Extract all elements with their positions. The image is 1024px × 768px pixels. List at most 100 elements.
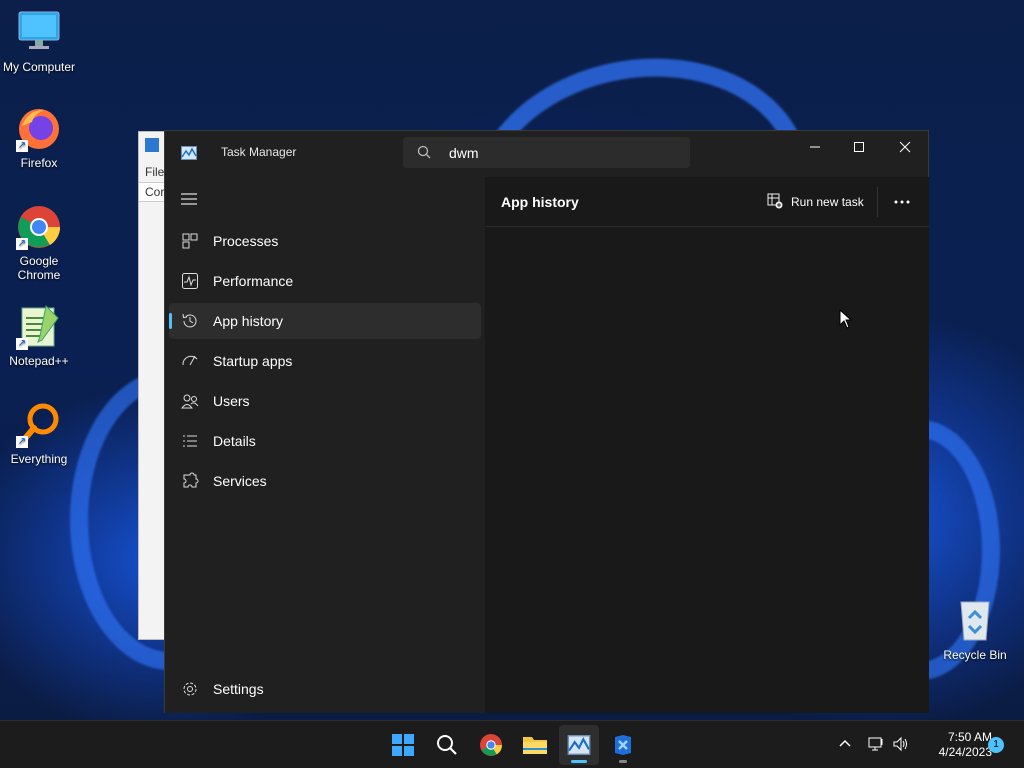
text-fragment: Cor [145, 185, 165, 199]
everything-icon: ↗ [16, 402, 62, 448]
clock-time: 7:50 AM [947, 730, 992, 744]
desktop: My Computer ↗ Firefox ↗ Google Chrome ↗ … [0, 0, 1024, 720]
recycle-bin-icon [955, 598, 995, 642]
hamburger-menu-icon[interactable] [179, 189, 199, 209]
network-icon [868, 737, 883, 751]
close-button[interactable] [882, 131, 928, 163]
network-button[interactable] [867, 735, 885, 753]
content-header: App history Run new task [485, 177, 929, 227]
recycle-bin-label: Recycle Bin [943, 648, 1007, 662]
desktop-icon-my-computer[interactable]: My Computer [1, 10, 77, 74]
menu-fragment: File [145, 165, 165, 179]
notification-badge[interactable]: 1 [988, 737, 1004, 753]
monitor-icon [16, 10, 62, 56]
running-indicator [571, 760, 587, 763]
chrome-icon [480, 734, 502, 756]
run-new-task-label: Run new task [791, 195, 864, 209]
shortcut-arrow-icon: ↗ [16, 436, 28, 448]
users-icon [181, 392, 199, 410]
performance-icon [181, 272, 199, 290]
notepadpp-icon: ↗ [16, 304, 62, 350]
services-icon [181, 472, 199, 490]
nav-item-app-history[interactable]: App history [169, 303, 481, 339]
taskbar-file-explorer[interactable] [515, 725, 555, 765]
nav-item-label: Startup apps [213, 353, 293, 369]
nav-item-details[interactable]: Details [169, 423, 481, 459]
taskbar: 7:50 AM 4/24/2023 1 [0, 720, 1024, 768]
taskbar-search-button[interactable] [427, 725, 467, 765]
clock[interactable]: 7:50 AM 4/24/2023 [912, 730, 992, 760]
app-history-list-area [485, 228, 929, 713]
sidebar: Processes Performance App history Startu… [165, 177, 485, 713]
startup-icon [181, 352, 199, 370]
page-title: App history [501, 194, 579, 210]
desktop-icon-label: Everything [10, 452, 68, 466]
header-divider [877, 187, 878, 217]
app-icon [615, 735, 631, 755]
minimize-button[interactable] [792, 131, 838, 163]
task-manager-window: Task Manager dwm Processes Performance A… [164, 130, 929, 713]
gear-icon [181, 680, 199, 698]
nav-item-label: Processes [213, 233, 279, 249]
clock-date: 4/24/2023 [938, 745, 992, 759]
nav-item-label: App history [213, 313, 284, 329]
desktop-icon-notepadpp[interactable]: ↗ Notepad++ [1, 304, 77, 368]
shortcut-arrow-icon: ↗ [16, 338, 28, 350]
file-explorer-icon [523, 737, 547, 754]
volume-button[interactable] [892, 735, 910, 753]
nav-item-performance[interactable]: Performance [169, 263, 481, 299]
main-content: App history Run new task [485, 177, 929, 713]
window-title: Task Manager [221, 145, 297, 159]
task-manager-icon [181, 146, 197, 160]
show-hidden-icons-button[interactable] [836, 735, 854, 753]
processes-icon [181, 232, 199, 250]
shortcut-arrow-icon: ↗ [16, 238, 28, 250]
taskbar-chrome[interactable] [471, 725, 511, 765]
nav-item-label: Performance [213, 273, 294, 289]
nav-item-label: Settings [213, 681, 264, 697]
desktop-icon-recycle-bin[interactable]: Recycle Bin [940, 598, 1010, 662]
shortcut-arrow-icon: ↗ [16, 140, 28, 152]
more-options-button[interactable] [889, 191, 915, 213]
minimize-icon [810, 146, 820, 148]
window-app-icon [145, 138, 159, 152]
nav-item-label: Details [213, 433, 256, 449]
search-input[interactable] [449, 143, 669, 163]
maximize-icon [854, 142, 864, 152]
running-indicator [619, 760, 627, 763]
firefox-icon: ↗ [16, 106, 62, 152]
desktop-icon-chrome[interactable]: ↗ Google Chrome [1, 204, 77, 282]
nav-item-processes[interactable]: Processes [169, 223, 481, 259]
start-button[interactable] [383, 725, 423, 765]
title-bar[interactable]: Task Manager [165, 131, 930, 177]
search-icon [417, 145, 431, 159]
nav-item-users[interactable]: Users [169, 383, 481, 419]
start-icon [392, 734, 414, 756]
chrome-icon: ↗ [16, 204, 62, 250]
run-task-icon [767, 193, 783, 209]
nav-item-services[interactable]: Services [169, 463, 481, 499]
nav-item-settings[interactable]: Settings [169, 671, 481, 707]
nav-item-label: Users [213, 393, 250, 409]
taskbar-task-manager[interactable] [559, 725, 599, 765]
history-icon [181, 312, 199, 330]
active-indicator [169, 313, 172, 329]
task-manager-icon [567, 735, 591, 755]
desktop-icon-firefox[interactable]: ↗ Firefox [1, 106, 77, 170]
search-icon [437, 735, 457, 755]
details-icon [181, 432, 199, 450]
mouse-cursor-icon [839, 308, 853, 329]
nav-item-startup-apps[interactable]: Startup apps [169, 343, 481, 379]
taskbar-app[interactable] [603, 725, 643, 765]
desktop-icon-label: Notepad++ [9, 354, 69, 368]
maximize-button[interactable] [836, 131, 882, 163]
desktop-icon-everything[interactable]: ↗ Everything [1, 402, 77, 466]
chevron-up-icon [839, 739, 851, 747]
desktop-icon-label: My Computer [2, 60, 76, 74]
desktop-icon-label: Firefox [20, 156, 58, 170]
close-icon [899, 141, 911, 153]
search-box[interactable] [403, 137, 690, 168]
volume-icon [893, 736, 907, 752]
desktop-icon-label: Google Chrome [17, 254, 61, 282]
nav-item-label: Services [213, 473, 267, 489]
